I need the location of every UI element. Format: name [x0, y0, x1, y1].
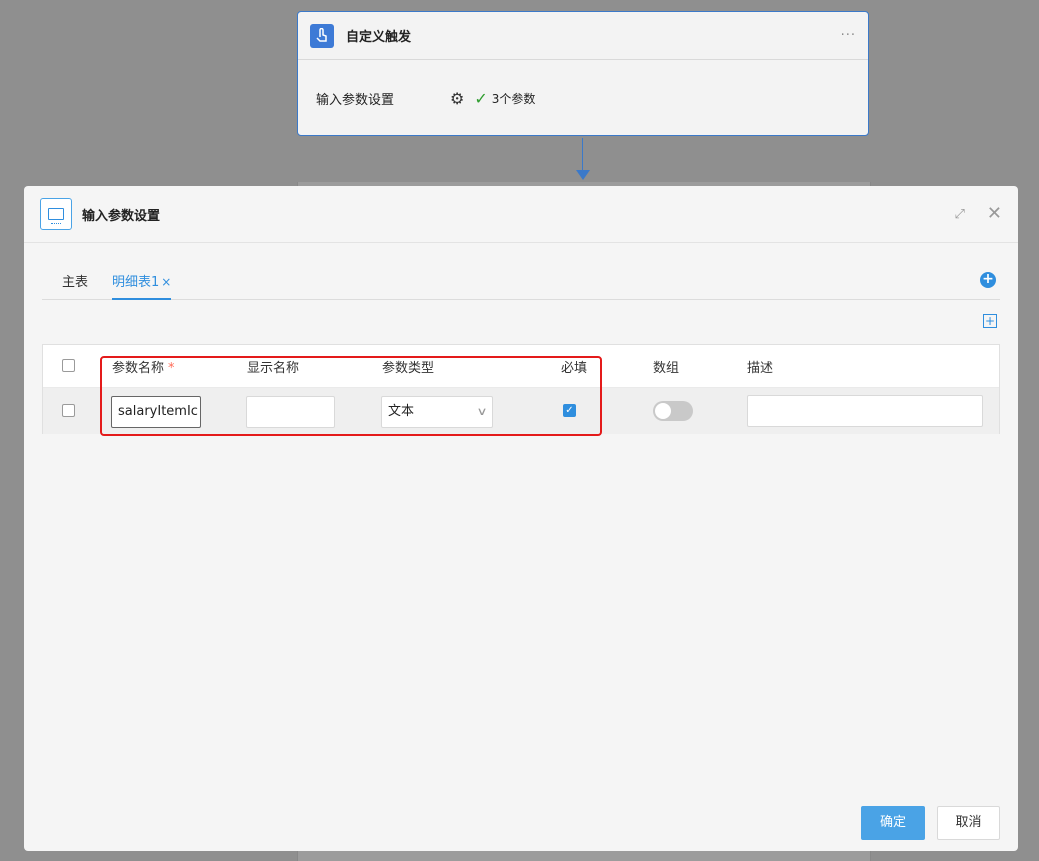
screen-icon: [40, 198, 72, 230]
col-param-type: 参数类型: [382, 361, 435, 376]
more-icon[interactable]: ···: [841, 28, 856, 43]
trigger-node-card[interactable]: 自定义触发 ··· 输入参数设置 ⚙ ✓ 3个参数: [297, 11, 869, 136]
tab-close-icon[interactable]: ×: [161, 275, 171, 289]
check-icon: ✓: [474, 88, 488, 108]
arrow-down-icon: [576, 170, 590, 180]
table-row: salaryItemIc 文本 ∨ ✓: [43, 388, 999, 434]
required-star: *: [168, 361, 175, 376]
add-tab-icon[interactable]: +: [980, 272, 996, 288]
param-count: 3个参数: [491, 91, 536, 106]
param-settings-dialog: 输入参数设置 ⤢ ✕ 主表 明细表1 × + + 参数名称 * 显示名称 参数类型 …: [24, 186, 1018, 851]
touch-hand-icon: [310, 23, 334, 48]
col-param-name: 参数名称 *: [112, 357, 175, 376]
dialog-title: 输入参数设置: [82, 208, 161, 224]
close-icon[interactable]: ✕: [987, 205, 1002, 223]
param-name-input[interactable]: salaryItemIc: [111, 396, 201, 428]
cancel-button[interactable]: 取消: [937, 806, 1000, 840]
table-header: 参数名称 * 显示名称 参数类型 必填 数组 描述: [43, 345, 999, 388]
trigger-node-body: 输入参数设置 ⚙ ✓ 3个参数: [298, 60, 868, 136]
tab-main[interactable]: 主表: [62, 271, 88, 290]
param-type-select[interactable]: 文本 ∨: [381, 396, 493, 428]
gear-icon[interactable]: ⚙: [450, 89, 464, 108]
description-input[interactable]: [747, 395, 983, 427]
col-array: 数组: [653, 361, 680, 376]
dialog-header: 输入参数设置 ⤢ ✕: [24, 186, 1018, 243]
select-all-checkbox[interactable]: [62, 359, 75, 372]
toggle-knob: [655, 403, 671, 419]
ok-button[interactable]: 确定: [861, 806, 925, 840]
display-name-input[interactable]: [246, 396, 335, 428]
row-select-checkbox[interactable]: [62, 404, 75, 417]
array-toggle[interactable]: [653, 401, 693, 421]
trigger-node-header: 自定义触发 ···: [298, 12, 868, 60]
col-description: 描述: [747, 361, 774, 376]
param-table: 参数名称 * 显示名称 参数类型 必填 数组 描述 salaryItemIc 文本…: [42, 344, 1000, 434]
tab-bar: 主表 明细表1 × +: [42, 266, 1000, 300]
chevron-down-icon: ∨: [476, 405, 488, 418]
param-type-value: 文本: [388, 404, 415, 419]
trigger-param-label: 输入参数设置: [316, 92, 395, 108]
col-param-name-label: 参数名称: [112, 361, 165, 376]
col-required: 必填: [561, 361, 588, 376]
tab-detail-1[interactable]: 明细表1 ×: [112, 271, 172, 300]
add-row-icon[interactable]: +: [983, 314, 997, 328]
expand-icon[interactable]: ⤢: [955, 207, 965, 222]
required-checkbox[interactable]: ✓: [563, 404, 576, 417]
col-display-name: 显示名称: [247, 361, 300, 376]
dialog-actions: ⤢ ✕: [955, 205, 1003, 223]
tab-detail-1-label: 明细表1: [112, 275, 160, 290]
trigger-node-title: 自定义触发: [346, 30, 412, 45]
